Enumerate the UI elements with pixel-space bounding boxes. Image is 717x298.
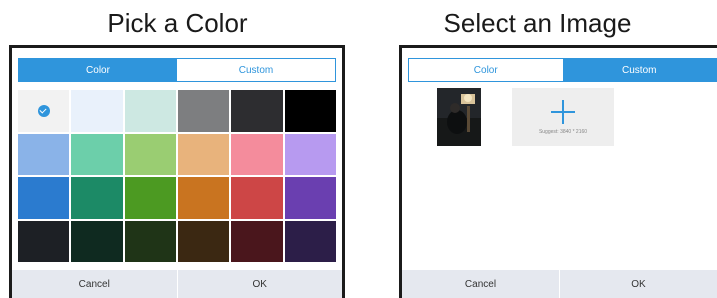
ok-button[interactable]: OK [178, 270, 343, 298]
tab-custom[interactable]: Custom [177, 59, 335, 81]
image-thumbnail[interactable] [437, 88, 481, 146]
dialog-footer: Cancel OK [12, 270, 342, 298]
color-swatch[interactable] [18, 177, 70, 219]
color-swatch[interactable] [71, 133, 123, 175]
color-swatch[interactable] [124, 177, 176, 219]
photo-image [437, 88, 481, 146]
color-swatch[interactable] [231, 133, 283, 175]
cancel-button[interactable]: Cancel [12, 270, 177, 298]
image-tabs: Color Custom [408, 58, 717, 82]
add-image-tile[interactable]: Suggest: 3840 * 2160 [512, 88, 614, 146]
color-swatch[interactable] [177, 220, 230, 262]
color-swatch[interactable] [71, 177, 123, 219]
color-picker-dialog: Color Custom Cancel OK [9, 45, 345, 298]
image-picker-dialog: Color Custom Suggest: 3840 * 2160 Cancel… [399, 45, 717, 298]
tab-custom[interactable]: Custom [562, 59, 716, 81]
color-swatch[interactable] [71, 90, 123, 132]
color-swatch[interactable] [284, 133, 336, 175]
color-swatch[interactable] [284, 220, 336, 262]
ok-button[interactable]: OK [560, 270, 717, 298]
color-swatch[interactable] [231, 177, 283, 219]
color-swatch[interactable] [18, 133, 70, 175]
color-swatch[interactable] [177, 133, 230, 175]
color-swatch[interactable] [124, 90, 176, 132]
cancel-button[interactable]: Cancel [402, 270, 559, 298]
plus-icon [551, 100, 575, 124]
color-swatch[interactable] [177, 177, 230, 219]
color-swatch[interactable] [231, 220, 283, 262]
color-swatch[interactable] [231, 90, 283, 132]
dialog-footer: Cancel OK [402, 270, 717, 298]
color-tabs: Color Custom [18, 58, 336, 82]
color-swatch[interactable] [124, 220, 176, 262]
color-swatch[interactable] [124, 133, 176, 175]
suggest-text: Suggest: 3840 * 2160 [538, 129, 588, 135]
color-swatch[interactable] [71, 220, 123, 262]
select-image-caption: Select an Image [443, 8, 632, 38]
color-swatch-grid [18, 90, 336, 262]
color-swatch[interactable] [18, 90, 70, 132]
pick-color-caption: Pick a Color [107, 8, 248, 38]
color-swatch[interactable] [18, 220, 70, 262]
color-swatch[interactable] [284, 177, 336, 219]
color-swatch[interactable] [284, 90, 336, 132]
color-swatch[interactable] [177, 90, 230, 132]
check-icon [37, 104, 50, 117]
tab-color[interactable]: Color [409, 59, 563, 81]
tab-color[interactable]: Color [19, 59, 177, 81]
